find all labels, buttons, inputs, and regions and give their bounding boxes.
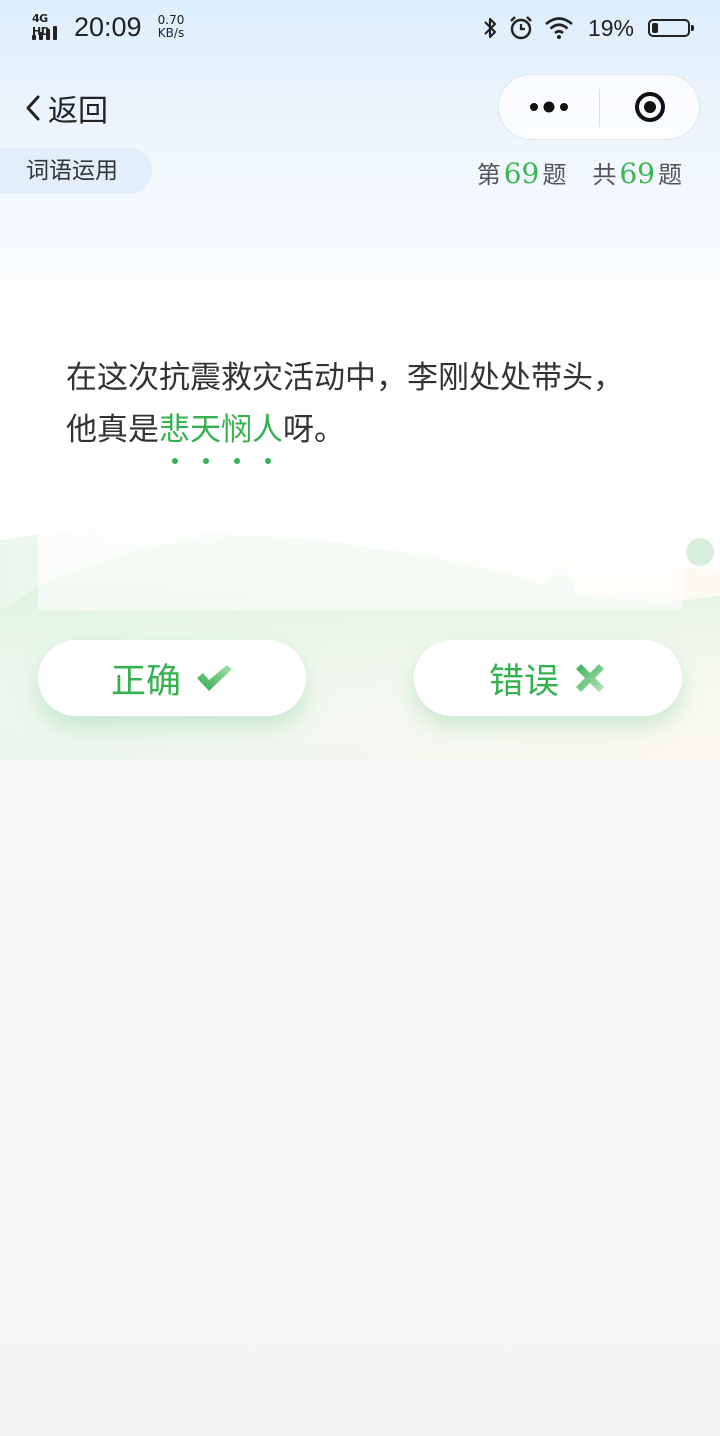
question-progress: 第 69 题 共 69 题 [477,155,682,190]
miniprogram-capsule [498,74,700,140]
more-dots-icon [530,101,568,113]
question-card: 在这次抗震救灾活动中，李刚处处带头，他真是悲天悯人呀。 [38,330,682,610]
cross-icon [576,664,604,692]
network-speed: 0.70 KB/s [155,14,187,40]
progress-prefix: 第 [476,161,501,189]
speed-unit: KB/s [157,26,185,40]
more-button[interactable] [499,75,599,139]
total-prefix: 共 [592,161,617,189]
keyword-char: 悯 [221,404,252,464]
wrong-label: 错误 [488,661,559,702]
total-question-count: 69 [619,157,655,190]
wifi-icon [545,17,573,39]
alarm-icon [510,16,532,40]
target-icon [635,92,665,122]
close-miniprogram-button[interactable] [600,75,700,139]
battery-percent: 19% [587,14,634,41]
question-text-after: 呀。 [283,412,345,448]
back-button[interactable]: 返回 [24,88,108,129]
wrong-button[interactable]: 错误 [414,640,682,716]
check-icon [197,665,232,691]
battery-icon [648,19,694,37]
status-bar: 4G HD 20:09 0.70 KB/s 19% [0,0,720,56]
back-label: 返回 [48,94,108,129]
signal-icon: 4G HD [32,12,66,40]
keyword-char: 天 [190,404,221,464]
keyword-char: 人 [252,404,283,464]
question-text: 在这次抗震救灾活动中，李刚处处带头，他真是悲天悯人呀。 [66,352,626,464]
keyword-char: 悲 [159,404,190,464]
correct-label: 正确 [110,661,181,702]
progress-suffix: 题 [542,161,567,189]
chevron-left-icon [26,95,40,121]
clock: 20:09 [74,12,142,42]
question-keyword: 悲天悯人 [159,412,283,464]
category-tag: 词语运用 [0,148,152,194]
bluetooth-icon [484,17,497,39]
question-text-before: 在这次抗震救灾活动中，李刚处处带头，他真是 [66,360,624,448]
total-suffix: 题 [658,161,682,189]
current-question-number: 69 [503,157,540,190]
correct-button[interactable]: 正确 [38,640,306,716]
